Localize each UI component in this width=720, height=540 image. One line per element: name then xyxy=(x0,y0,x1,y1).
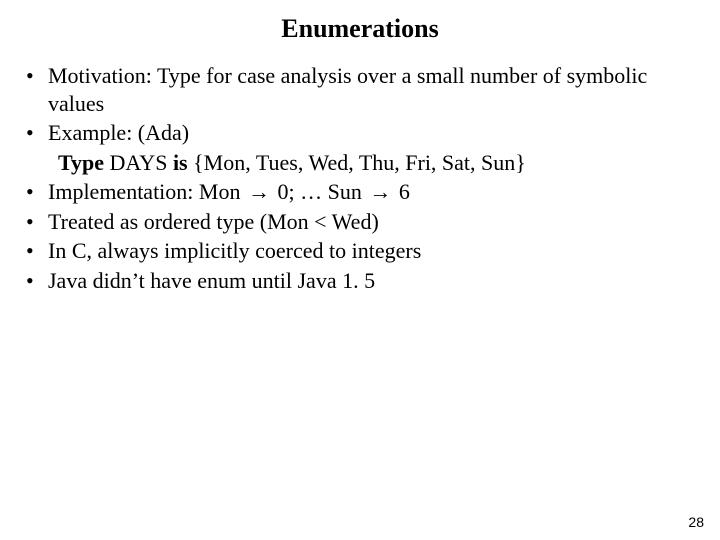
bullet-list-cont: Implementation: Mon → 0; … Sun → 6 Treat… xyxy=(20,178,700,294)
slide-title: Enumerations xyxy=(0,0,720,52)
keyword-type: Type xyxy=(58,150,104,175)
type-name: DAYS xyxy=(104,150,173,175)
bullet-java: Java didn’t have enum until Java 1. 5 xyxy=(20,267,700,295)
example-code-line: Type DAYS is {Mon, Tues, Wed, Thu, Fri, … xyxy=(20,149,700,177)
enum-values: {Mon, Tues, Wed, Thu, Fri, Sat, Sun} xyxy=(188,150,526,175)
keyword-is: is xyxy=(173,150,188,175)
impl-text-mid: 0; … Sun xyxy=(272,179,367,204)
arrow-icon: → xyxy=(367,178,393,206)
page-number: 28 xyxy=(688,514,704,530)
impl-text-pre: Implementation: Mon xyxy=(48,179,246,204)
slide-body: Motivation: Type for case analysis over … xyxy=(0,52,720,294)
arrow-icon: → xyxy=(246,178,272,206)
slide: Enumerations Motivation: Type for case a… xyxy=(0,0,720,540)
bullet-motivation: Motivation: Type for case analysis over … xyxy=(20,62,700,117)
bullet-implementation: Implementation: Mon → 0; … Sun → 6 xyxy=(20,178,700,206)
bullet-c-coerce: In C, always implicitly coerced to integ… xyxy=(20,237,700,265)
impl-text-post: 6 xyxy=(393,179,410,204)
bullet-example: Example: (Ada) xyxy=(20,119,700,147)
bullet-list: Motivation: Type for case analysis over … xyxy=(20,62,700,147)
bullet-ordered: Treated as ordered type (Mon < Wed) xyxy=(20,208,700,236)
